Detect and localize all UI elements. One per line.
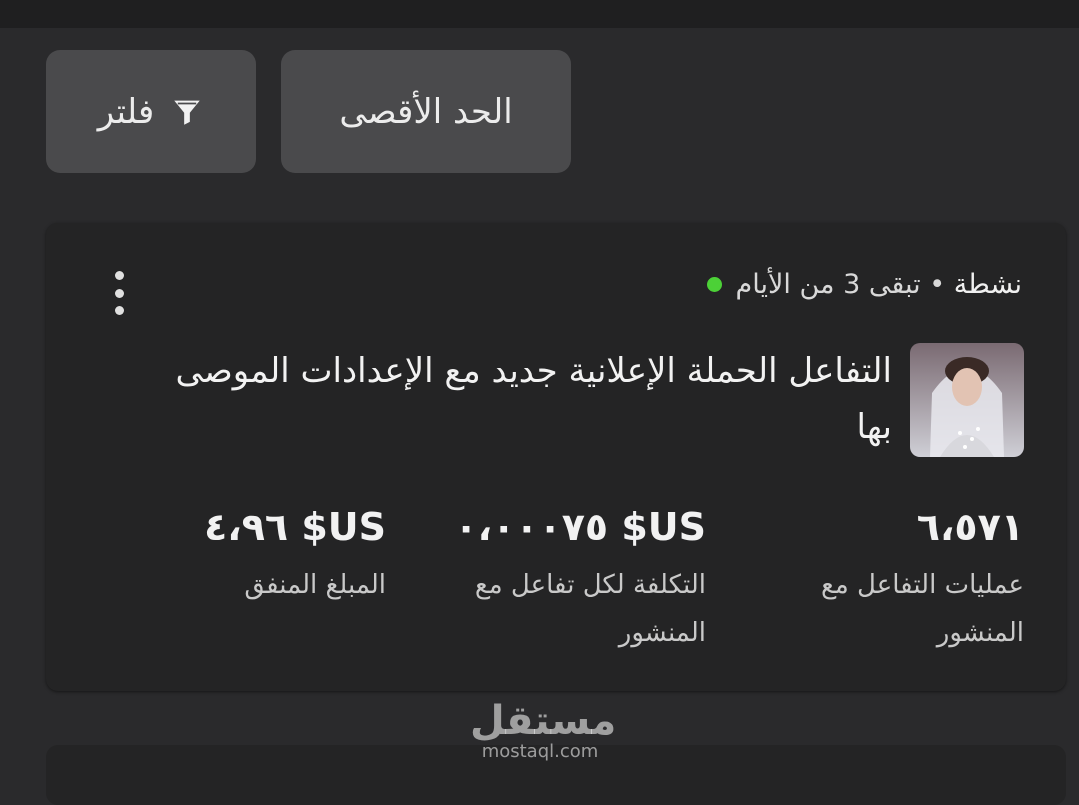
status-label: نشطة	[953, 269, 1022, 300]
max-button[interactable]: الحد الأقصى	[281, 50, 571, 173]
filter-icon	[170, 95, 204, 129]
max-label: الحد الأقصى	[339, 91, 513, 132]
status-dot	[706, 277, 722, 292]
metric-cost-per-engagement: US$ ٠،٠٠٠٧٥ التكلفة لكل تفاعل مع المنشور	[446, 505, 706, 657]
filter-button[interactable]: فلتر	[46, 50, 256, 173]
top-bar	[0, 0, 1079, 28]
campaign-thumbnail	[910, 343, 1024, 457]
metric-label: التكلفة لكل تفاعل مع المنشور	[474, 570, 706, 648]
metric-engagements: ٦،٥٧١ عمليات التفاعل مع المنشور	[784, 505, 1024, 657]
metric-value: US$ ٠،٠٠٠٧٥	[454, 505, 706, 549]
metric-label: عمليات التفاعل مع المنشور	[821, 570, 1024, 648]
campaign-title[interactable]: التفاعل الحملة الإعلانية جديد مع الإعداد…	[172, 343, 893, 455]
watermark-arabic: مستقل	[470, 698, 617, 744]
filter-label: فلتر	[97, 91, 155, 132]
metric-label: المبلغ المنفق	[244, 570, 386, 600]
metric-value: US$ ٤،٩٦	[204, 505, 386, 549]
campaign-card[interactable]: نشطة • تبقى 3 من الأيام التفاعل الحملة ا…	[46, 223, 1066, 691]
remaining-days: • تبقى 3 من الأيام	[735, 269, 946, 300]
metric-value: ٦،٥٧١	[916, 505, 1024, 549]
status-row: نشطة • تبقى 3 من الأيام	[706, 269, 1022, 300]
watermark-latin: mostaql.com	[481, 741, 599, 762]
watermark: مستقل mostaql.com	[470, 698, 617, 762]
metric-amount-spent: US$ ٤،٩٦ المبلغ المنفق	[126, 505, 386, 609]
more-vertical-icon[interactable]	[108, 271, 130, 315]
